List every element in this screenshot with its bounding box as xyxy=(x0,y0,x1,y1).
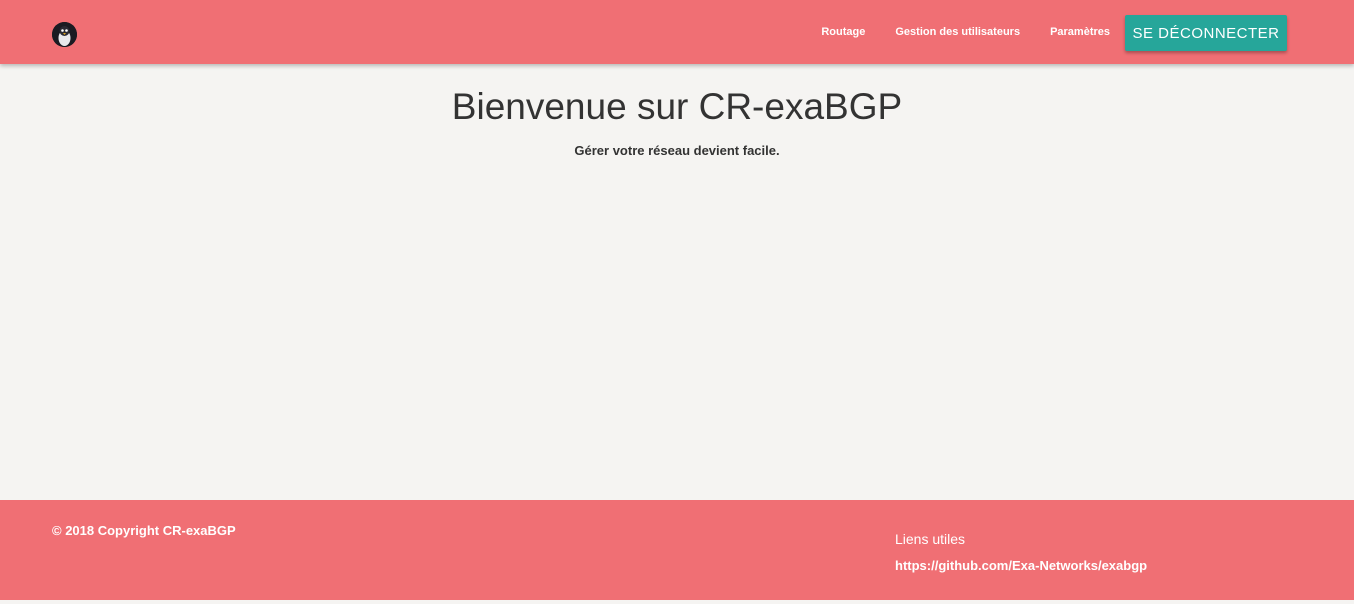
nav-menu: Routage Gestion des utilisateurs Paramèt… xyxy=(791,0,1110,64)
bottom-strip xyxy=(0,600,1354,604)
footer-links-title: Liens utiles xyxy=(895,531,966,547)
footer: © 2018 Copyright CR-exaBGP Liens utiles … xyxy=(0,500,1354,600)
penguin-logo-icon[interactable] xyxy=(52,22,77,47)
hero-section: Bienvenue sur CR-exaBGP Gérer votre rése… xyxy=(0,86,1354,158)
footer-copyright: © 2018 Copyright CR-exaBGP xyxy=(52,523,236,538)
nav-link-settings[interactable]: Paramètres xyxy=(1050,0,1110,64)
nav-link-routage[interactable]: Routage xyxy=(821,0,865,64)
footer-link-github[interactable]: https://github.com/Exa-Networks/exabgp xyxy=(895,558,1147,573)
page-title: Bienvenue sur CR-exaBGP xyxy=(451,86,903,127)
page-subtitle: Gérer votre réseau devient facile. xyxy=(574,143,780,158)
nav-link-user-management[interactable]: Gestion des utilisateurs xyxy=(895,0,1020,64)
navbar: Routage Gestion des utilisateurs Paramèt… xyxy=(0,0,1354,64)
logout-button[interactable]: SE DÉCONNECTER xyxy=(1125,15,1287,51)
